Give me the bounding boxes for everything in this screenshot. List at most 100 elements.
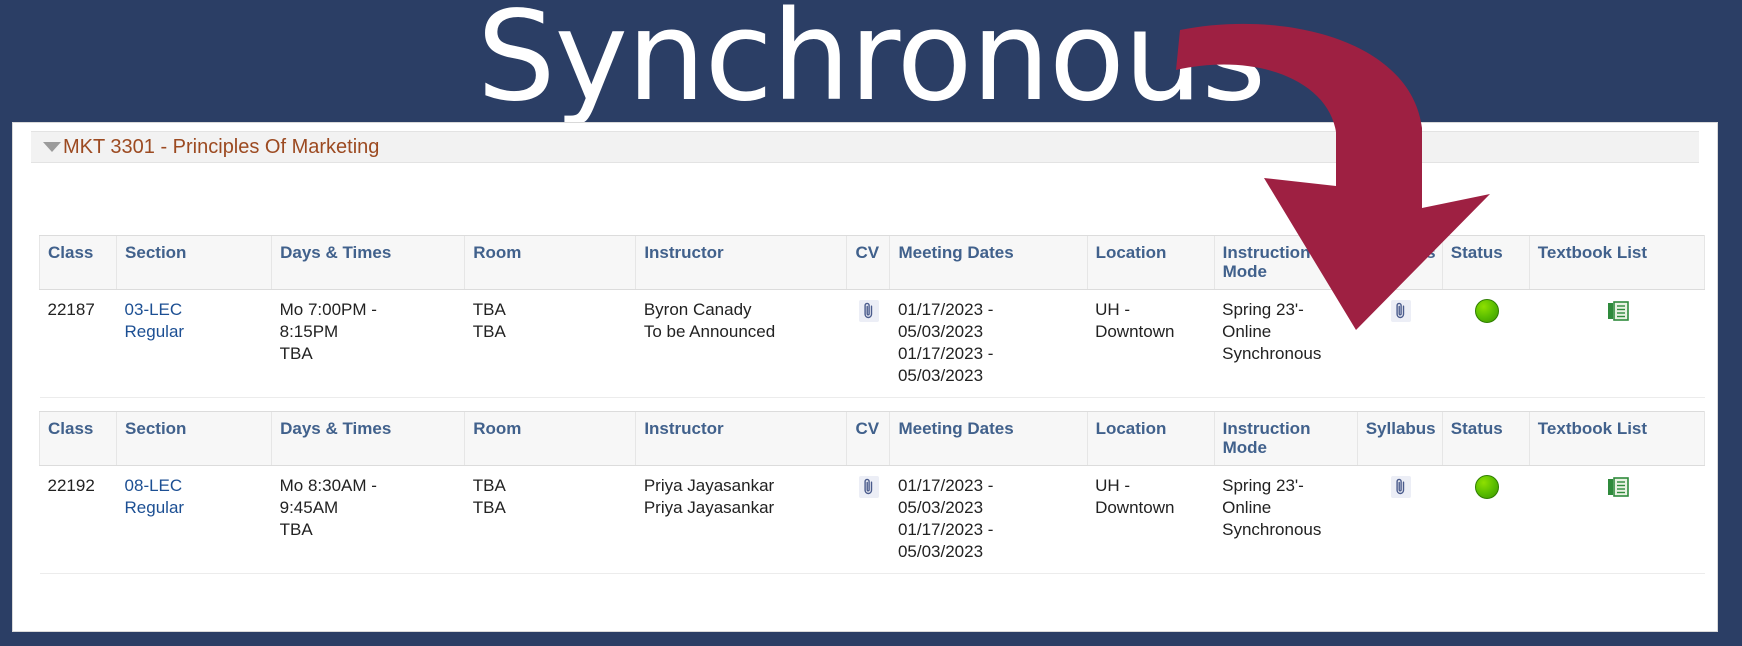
col-header-class: Class xyxy=(38,410,117,467)
col-header-location: Location xyxy=(1086,410,1215,467)
section-link-line2[interactable]: Regular xyxy=(125,498,185,517)
room-line1: TBA xyxy=(472,300,506,320)
instruction-mode-line1: Spring 23'- xyxy=(1222,300,1304,320)
paperclip-icon[interactable] xyxy=(859,475,880,498)
col-header-room: Room xyxy=(464,410,636,467)
cell-syllabus[interactable] xyxy=(1357,289,1443,399)
cell-instructor: Byron Canady To be Announced xyxy=(635,289,847,399)
section-link-line1[interactable]: 03-LEC xyxy=(125,300,183,319)
days-line1: Mo 7:00PM - xyxy=(279,300,377,320)
col-header-textbook-list: Textbook List xyxy=(1528,410,1706,467)
meeting-dates-line1: 01/17/2023 - xyxy=(897,476,994,496)
location-line1: UH - xyxy=(1095,300,1131,320)
location-line2: Downtown xyxy=(1095,322,1175,342)
cell-cv[interactable] xyxy=(846,465,890,575)
instruction-mode-line3: Synchronous xyxy=(1222,520,1322,540)
meeting-dates-line4: 05/03/2023 xyxy=(897,366,984,386)
cell-class-number[interactable]: 22192 xyxy=(39,465,117,575)
section-table-1: Class Section Days & Times Room Instruct… xyxy=(38,234,1706,399)
room-line1: TBA xyxy=(472,476,506,496)
cell-syllabus[interactable] xyxy=(1357,465,1443,575)
location-line2: Downtown xyxy=(1095,498,1175,518)
col-header-room: Room xyxy=(464,234,636,291)
days-line3: TBA xyxy=(279,520,313,540)
table-header-row: Class Section Days & Times Room Instruct… xyxy=(38,234,1706,291)
col-header-syllabus: Syllabus xyxy=(1356,234,1443,291)
instruction-mode-line3: Synchronous xyxy=(1222,344,1322,364)
col-header-days-times: Days & Times xyxy=(271,234,465,291)
location-line1: UH - xyxy=(1095,476,1131,496)
class-search-results-panel: MKT 3301 - Principles Of Marketing Class… xyxy=(12,122,1718,632)
meeting-dates-line2: 05/03/2023 xyxy=(897,498,984,518)
meeting-dates-line3: 01/17/2023 - xyxy=(897,520,994,540)
instruction-mode-line2: Online xyxy=(1222,322,1272,342)
cell-textbook-list[interactable] xyxy=(1529,289,1705,399)
cell-instruction-mode: Spring 23'- Online Synchronous xyxy=(1214,289,1358,399)
col-header-meeting-dates: Meeting Dates xyxy=(889,234,1088,291)
col-header-section: Section xyxy=(116,410,272,467)
cell-textbook-list[interactable] xyxy=(1529,465,1705,575)
instructor-line2: To be Announced xyxy=(643,322,776,342)
instructor-line1: Byron Canady xyxy=(643,300,752,320)
col-header-meeting-dates: Meeting Dates xyxy=(889,410,1088,467)
col-header-section: Section xyxy=(116,234,272,291)
textbook-list-icon[interactable] xyxy=(1606,300,1630,322)
cell-meeting-dates: 01/17/2023 - 05/03/2023 01/17/2023 - 05/… xyxy=(889,289,1088,399)
cell-section[interactable]: 03-LEC Regular xyxy=(116,289,272,399)
instruction-mode-line2: Online xyxy=(1222,498,1272,518)
col-header-class: Class xyxy=(38,234,117,291)
cell-cv[interactable] xyxy=(846,289,890,399)
cell-instructor: Priya Jayasankar Priya Jayasankar xyxy=(635,465,847,575)
chevron-down-icon[interactable] xyxy=(43,142,61,152)
paperclip-icon[interactable] xyxy=(1390,299,1411,322)
cell-room: TBA TBA xyxy=(464,465,636,575)
course-title[interactable]: MKT 3301 - Principles Of Marketing xyxy=(63,136,379,159)
banner-title: Synchronous xyxy=(476,0,1266,129)
cell-location: UH - Downtown xyxy=(1087,289,1215,399)
table-header-row: Class Section Days & Times Room Instruct… xyxy=(38,410,1706,467)
col-header-cv: CV xyxy=(846,234,890,291)
instruction-mode-line1: Spring 23'- xyxy=(1222,476,1304,496)
cell-class-number[interactable]: 22187 xyxy=(39,289,117,399)
table-row: 22192 08-LEC Regular Mo 8:30AM - 9:45AM … xyxy=(39,465,1705,575)
col-header-instructor: Instructor xyxy=(635,234,847,291)
room-line2: TBA xyxy=(472,322,506,342)
col-header-textbook-list: Textbook List xyxy=(1528,234,1706,291)
col-header-status: Status xyxy=(1441,410,1530,467)
meeting-dates-line2: 05/03/2023 xyxy=(897,322,984,342)
paperclip-icon[interactable] xyxy=(859,299,880,322)
instructor-line2: Priya Jayasankar xyxy=(643,498,775,518)
days-line1: Mo 8:30AM - xyxy=(279,476,377,496)
section-table-2: Class Section Days & Times Room Instruct… xyxy=(38,410,1706,575)
col-header-instruction-mode: Instruction Mode xyxy=(1213,234,1358,291)
green-status-dot xyxy=(1474,299,1499,324)
cell-room: TBA TBA xyxy=(464,289,636,399)
col-header-status: Status xyxy=(1441,234,1530,291)
cell-location: UH - Downtown xyxy=(1087,465,1215,575)
cell-days-times: Mo 8:30AM - 9:45AM TBA xyxy=(271,465,465,575)
cell-section[interactable]: 08-LEC Regular xyxy=(116,465,272,575)
days-line2: 8:15PM xyxy=(279,322,339,342)
col-header-instruction-mode: Instruction Mode xyxy=(1213,410,1358,467)
cell-status xyxy=(1442,465,1530,575)
days-line2: 9:45AM xyxy=(279,498,339,518)
instructor-line1: Priya Jayasankar xyxy=(643,476,775,496)
section-link-line2[interactable]: Regular xyxy=(125,322,185,341)
room-line2: TBA xyxy=(472,498,506,518)
section-link-line1[interactable]: 08-LEC xyxy=(125,476,183,495)
textbook-list-icon[interactable] xyxy=(1606,476,1630,498)
meeting-dates-line3: 01/17/2023 - xyxy=(897,344,994,364)
course-section-header[interactable]: MKT 3301 - Principles Of Marketing xyxy=(31,131,1699,163)
green-status-dot xyxy=(1474,475,1499,500)
cell-status xyxy=(1442,289,1530,399)
cell-days-times: Mo 7:00PM - 8:15PM TBA xyxy=(271,289,465,399)
cell-instruction-mode: Spring 23'- Online Synchronous xyxy=(1214,465,1358,575)
col-header-cv: CV xyxy=(846,410,890,467)
paperclip-icon[interactable] xyxy=(1390,475,1411,498)
col-header-syllabus: Syllabus xyxy=(1356,410,1443,467)
meeting-dates-line1: 01/17/2023 - xyxy=(897,300,994,320)
col-header-location: Location xyxy=(1086,234,1215,291)
cell-meeting-dates: 01/17/2023 - 05/03/2023 01/17/2023 - 05/… xyxy=(889,465,1088,575)
meeting-dates-line4: 05/03/2023 xyxy=(897,542,984,562)
col-header-instructor: Instructor xyxy=(635,410,847,467)
